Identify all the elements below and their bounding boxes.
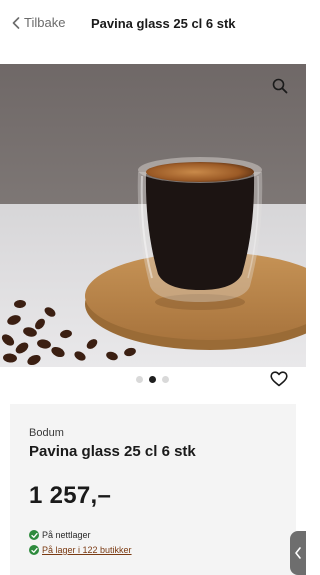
search-icon	[272, 78, 288, 94]
stock-stores: På lager i 122 butikker	[29, 545, 132, 555]
check-circle-icon	[29, 545, 39, 555]
chevron-left-icon	[12, 16, 20, 29]
zoom-button[interactable]	[272, 78, 288, 99]
back-label: Tilbake	[24, 15, 66, 30]
top-bar: Tilbake Pavina glass 25 cl 6 stk	[0, 0, 306, 50]
product-image[interactable]	[0, 64, 306, 367]
product-name: Pavina glass 25 cl 6 stk	[29, 443, 196, 460]
product-photo	[0, 64, 306, 367]
carousel-dot[interactable]	[136, 376, 143, 383]
heart-icon	[270, 371, 288, 387]
store-stock-link[interactable]: På lager i 122 butikker	[42, 545, 132, 555]
back-button[interactable]: Tilbake	[12, 15, 65, 30]
check-circle-icon	[29, 530, 39, 540]
favorite-button[interactable]	[270, 371, 288, 392]
side-panel-tab[interactable]	[290, 531, 306, 575]
carousel-dot-active[interactable]	[149, 376, 156, 383]
chevron-left-icon	[295, 547, 301, 559]
product-info-card: Bodum Pavina glass 25 cl 6 stk 1 257,– P…	[10, 404, 296, 575]
price: 1 257,–	[29, 482, 112, 509]
stock-online: På nettlager	[29, 530, 91, 540]
brand-name[interactable]: Bodum	[29, 427, 64, 439]
carousel-dots	[136, 376, 169, 383]
stock-online-label: På nettlager	[42, 530, 91, 540]
carousel-dot[interactable]	[162, 376, 169, 383]
page-title: Pavina glass 25 cl 6 stk	[91, 16, 236, 31]
